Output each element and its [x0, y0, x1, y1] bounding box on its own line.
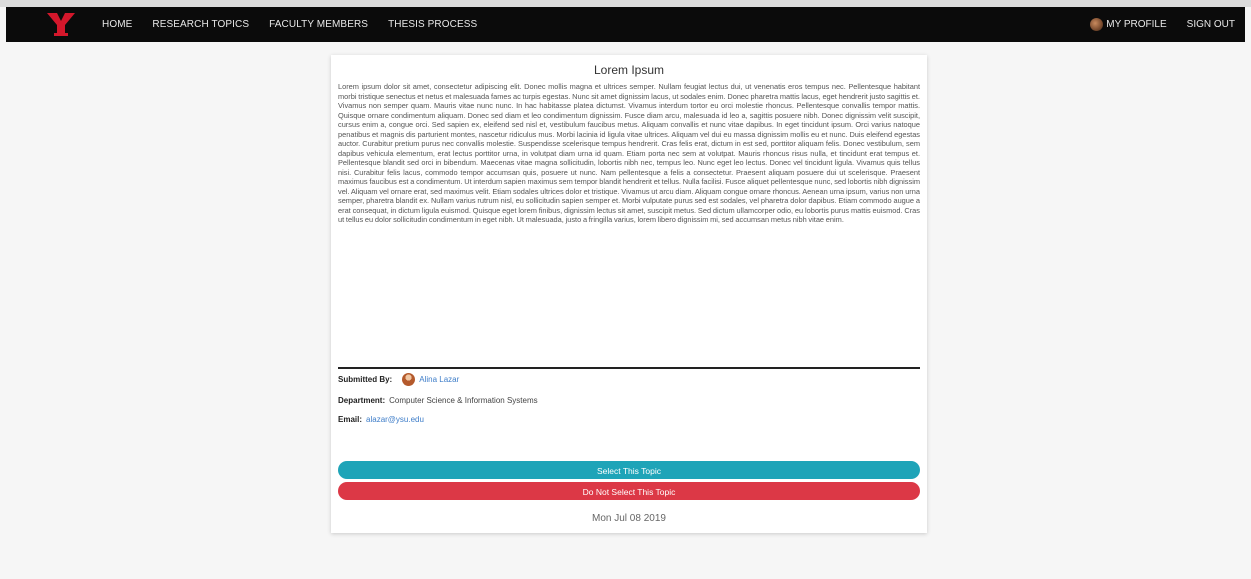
section-divider	[338, 367, 920, 369]
profile-avatar-icon	[1090, 18, 1104, 31]
select-topic-button[interactable]: Select This Topic	[338, 461, 920, 479]
user-nav: MY PROFILE SIGN OUT	[1090, 7, 1235, 42]
top-navbar: HOME RESEARCH TOPICS FACULTY MEMBERS THE…	[6, 7, 1245, 42]
submitter-name-link[interactable]: Alina Lazar	[419, 375, 459, 384]
topic-date: Mon Jul 08 2019	[592, 513, 666, 524]
nav-research-topics[interactable]: RESEARCH TOPICS	[152, 19, 249, 30]
reject-topic-button[interactable]: Do Not Select This Topic	[338, 482, 920, 500]
university-logo[interactable]	[46, 11, 76, 37]
submitted-by-label: Submitted By:	[338, 375, 393, 384]
email-link[interactable]: alazar@ysu.edu	[366, 415, 424, 424]
submitted-by-row: Submitted By: Alina Lazar	[338, 373, 459, 386]
topic-title: Lorem Ipsum	[593, 63, 665, 77]
department-label: Department:	[338, 396, 386, 405]
window-top-edge	[0, 0, 1251, 7]
email-row: Email: alazar@ysu.edu	[338, 415, 424, 424]
sign-out-link[interactable]: SIGN OUT	[1187, 19, 1235, 30]
submitter-avatar	[402, 373, 416, 386]
nav-home[interactable]: HOME	[102, 19, 132, 30]
primary-nav: HOME RESEARCH TOPICS FACULTY MEMBERS THE…	[102, 7, 477, 42]
topic-description: Lorem ipsum dolor sit amet, consectetur …	[338, 82, 920, 224]
department-value: Computer Science & Information Systems	[389, 396, 538, 405]
nav-thesis-process[interactable]: THESIS PROCESS	[388, 19, 477, 30]
nav-faculty-members[interactable]: FACULTY MEMBERS	[269, 19, 368, 30]
topic-card: Lorem Ipsum Lorem ipsum dolor sit amet, …	[331, 55, 927, 533]
department-row: Department: Computer Science & Informati…	[338, 396, 538, 405]
my-profile-label: MY PROFILE	[1106, 19, 1167, 30]
my-profile-link[interactable]: MY PROFILE	[1090, 18, 1167, 31]
email-label: Email:	[338, 415, 363, 424]
